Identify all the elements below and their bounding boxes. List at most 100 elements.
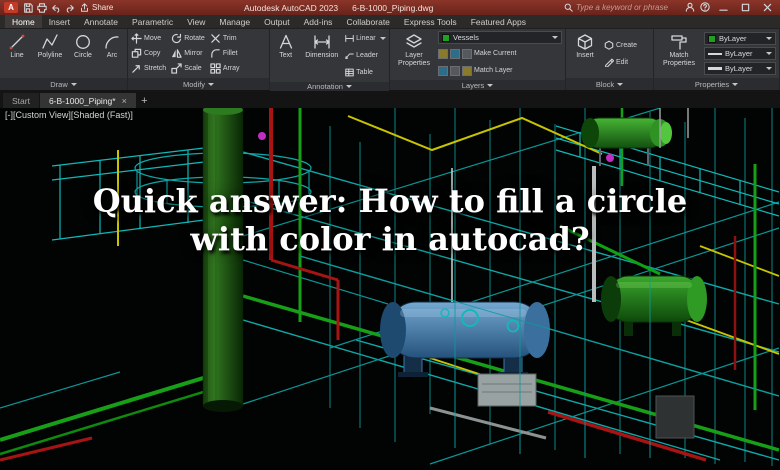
undo-icon[interactable] [51,3,61,13]
leader-button[interactable]: Leader [345,48,386,63]
match-properties-button[interactable]: Match Properties [657,31,701,76]
edit-block-button[interactable]: Edit [604,55,650,70]
color-swatch [708,34,716,43]
vessel-column[interactable] [202,108,244,412]
layer-properties-button[interactable]: Layer Properties [393,31,435,78]
rotate-button[interactable]: Rotate [171,31,205,46]
tab-collaborate[interactable]: Collaborate [339,15,396,28]
line-button[interactable]: Line [3,31,31,76]
close-button[interactable] [759,1,776,14]
panel-draw: Line Polyline Circle Arc Draw [0,29,128,90]
layer-state-icon [438,65,448,76]
tank-blue[interactable] [380,301,550,377]
panel-label-layers[interactable]: Layers [390,80,565,90]
lineweight-swatch [708,67,722,70]
panel-label-annotation[interactable]: Annotation [270,82,389,91]
panel-block: Insert Create Edit Block [566,29,654,90]
overlay-title: Quick answer: How to fill a circle with … [8,182,772,259]
chevron-down-icon [380,37,387,40]
object-color-select[interactable]: ByLayer [704,32,776,45]
minimize-button[interactable] [715,1,732,14]
layer-color-swatch [442,33,450,42]
chevron-down-icon [345,85,352,88]
chevron-down-icon [766,67,772,70]
panel-label-draw[interactable]: Draw [0,78,127,90]
leader-icon [345,53,354,59]
help-icon[interactable] [700,0,710,17]
file-tab-bar: Start 6-B-1000_Piping* × + [0,91,780,108]
valve-magenta[interactable] [258,132,266,140]
plot-icon[interactable] [37,2,47,13]
autocad-logo-icon[interactable]: A [4,2,18,13]
arc-button[interactable]: Arc [100,31,124,76]
chevron-down-icon [487,83,494,87]
tab-express-tools[interactable]: Express Tools [397,15,464,28]
linear-dimension-button[interactable]: Linear [345,31,387,46]
table-icon [345,68,354,77]
titlebar: A Share Autodesk AutoCAD 2023 6-B-1000_P… [0,0,780,15]
viewport-view-control[interactable]: [Custom View] [13,110,71,120]
tab-view[interactable]: View [180,15,212,28]
panel-label-block[interactable]: Block [566,78,653,90]
account-icon[interactable] [685,0,695,17]
stretch-icon [132,65,140,73]
edit-block-icon [605,58,614,67]
dimension-button[interactable]: Dimension [301,31,342,80]
viewport-collapse-control[interactable]: [-] [5,110,13,120]
text-button[interactable]: Text [273,31,298,80]
layer-state-icon [462,65,472,76]
new-tab-button[interactable]: + [137,93,152,108]
create-block-button[interactable]: Create [604,38,650,53]
share-button[interactable]: Share [80,3,113,12]
save-icon[interactable] [23,2,33,13]
drawing-viewport[interactable]: [-] [Custom View] [Shaded (Fast)] Quick … [0,108,780,470]
move-button[interactable]: Move [131,31,166,46]
panel-properties: Match Properties ByLayer ByLayer ByLayer… [654,29,780,90]
linetype-select[interactable]: ByLayer [704,47,776,60]
insert-block-button[interactable]: Insert [569,31,601,76]
panel-label-properties[interactable]: Properties [654,78,779,90]
tab-insert[interactable]: Insert [42,15,77,28]
document-title: 6-B-1000_Piping.dwg [352,2,434,13]
trim-button[interactable]: Trim [210,31,240,46]
fillet-icon [211,49,220,58]
scale-button[interactable]: Scale [171,61,205,76]
circle-button[interactable]: Circle [69,31,97,76]
copy-button[interactable]: Copy [131,46,166,61]
panel-layers: Layer Properties Vessels Make Current Ma… [390,29,566,90]
layer-select[interactable]: Vessels [438,31,562,44]
panel-label-modify[interactable]: Modify [128,78,269,90]
layer-properties-icon [406,34,422,48]
tab-parametric[interactable]: Parametric [125,15,180,28]
table-button[interactable]: Table [345,65,386,80]
tab-output[interactable]: Output [257,15,297,28]
polyline-button[interactable]: Polyline [34,31,66,76]
match-layer-button[interactable]: Match Layer [438,63,562,78]
close-tab-icon[interactable]: × [122,96,127,106]
make-current-button[interactable]: Make Current [438,46,562,61]
file-tab-start[interactable]: Start [3,93,39,108]
piping-model-rendering[interactable] [0,108,780,470]
tab-featured-apps[interactable]: Featured Apps [464,15,533,28]
array-button[interactable]: Array [210,61,240,76]
lineweight-select[interactable]: ByLayer [704,62,776,75]
create-block-icon [604,40,614,50]
circle-icon [76,35,90,49]
tab-annotate[interactable]: Annotate [77,15,125,28]
tab-manage[interactable]: Manage [212,15,257,28]
search-input[interactable] [576,3,680,12]
insert-block-icon [577,34,593,50]
fillet-button[interactable]: Fillet [210,46,240,61]
chevron-down-icon [208,82,215,86]
tab-add-ins[interactable]: Add-ins [297,15,340,28]
tab-home[interactable]: Home [5,15,42,28]
redo-icon[interactable] [65,3,75,13]
valve-magenta[interactable] [606,154,614,162]
viewport-style-control[interactable]: [Shaded (Fast)] [71,110,133,120]
stretch-button[interactable]: Stretch [131,61,166,76]
maximize-button[interactable] [737,1,754,14]
file-tab-document[interactable]: 6-B-1000_Piping* × [39,93,136,108]
move-icon [131,33,142,44]
help-search [564,3,680,12]
mirror-button[interactable]: Mirror [171,46,205,61]
